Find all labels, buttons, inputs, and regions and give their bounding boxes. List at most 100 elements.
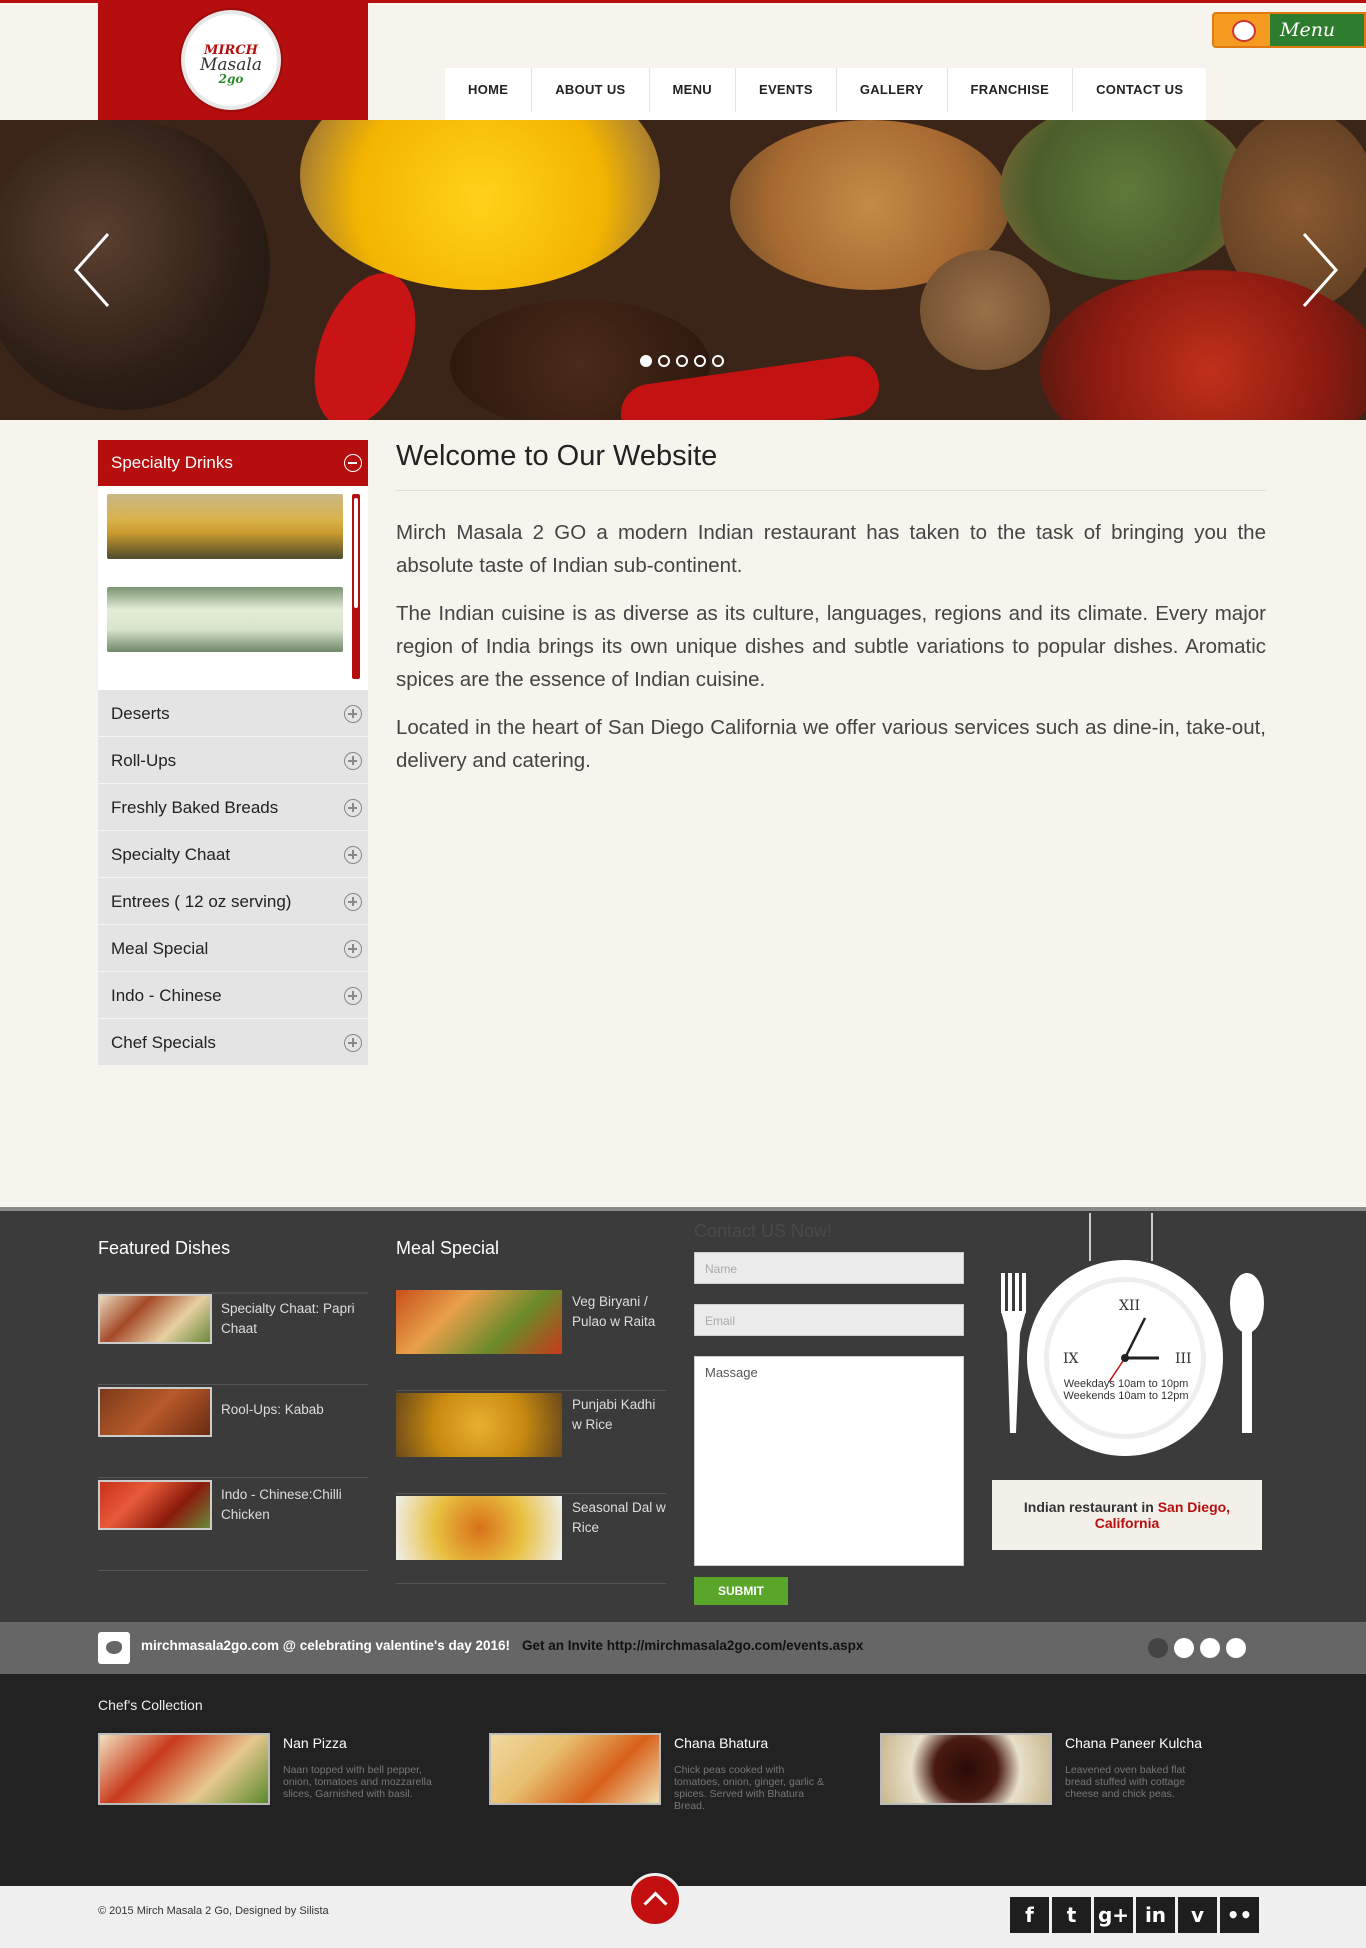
submit-button[interactable]: SUBMIT [694, 1577, 788, 1605]
dish-title[interactable]: Indo - Chinese:Chilli Chicken [221, 1485, 361, 1525]
tweet-dot[interactable] [1200, 1638, 1220, 1658]
facebook-icon[interactable]: f [1010, 1897, 1049, 1933]
nav-gallery[interactable]: GALLERY [837, 68, 948, 112]
svg-text:III: III [1175, 1351, 1192, 1367]
expand-icon[interactable] [344, 1034, 362, 1052]
slider-next-arrow[interactable] [1300, 230, 1340, 310]
sidebar-menu: Deserts Roll-Ups Freshly Baked Breads Sp… [98, 690, 368, 1066]
scroll-to-top-button[interactable] [628, 1873, 682, 1927]
nav-about-us[interactable]: ABOUT US [532, 68, 650, 112]
chef-dish-name[interactable]: Chana Paneer Kulcha [1065, 1735, 1202, 1751]
twitter-icon[interactable]: t [1052, 1897, 1091, 1933]
chef-hat-icon [1214, 14, 1270, 46]
chef-dish-desc: Chick peas cooked with tomatoes, onion, … [674, 1764, 825, 1812]
sidebar-item-indo-chinese[interactable]: Indo - Chinese [98, 972, 368, 1019]
social-links: f t g+ in v •• [1010, 1897, 1259, 1933]
dish-thumbnail[interactable] [98, 1387, 212, 1437]
copyright-text: © 2015 Mirch Masala 2 Go, Designed by Si… [98, 1905, 329, 1917]
chef-dish-name[interactable]: Chana Bhatura [674, 1735, 768, 1751]
dish-thumbnail[interactable] [396, 1496, 562, 1560]
chefs-collection-heading: Chef's Collection [98, 1697, 203, 1713]
menu-tab-button[interactable]: Menu [1212, 12, 1366, 48]
sidebar-item-label: Entrees ( 12 oz serving) [111, 892, 292, 911]
sidebar-item-breads[interactable]: Freshly Baked Breads [98, 784, 368, 831]
slider-dot[interactable] [694, 355, 706, 367]
message-textarea[interactable]: Massage [694, 1356, 964, 1566]
dish-title[interactable]: Specialty Chaat: Papri Chaat [221, 1299, 361, 1339]
expand-icon[interactable] [344, 940, 362, 958]
drink-thumbnail[interactable] [107, 494, 343, 559]
sidebar-item-deserts[interactable]: Deserts [98, 690, 368, 737]
flickr-icon[interactable]: •• [1220, 1897, 1259, 1933]
welcome-paragraph: The Indian cuisine is as diverse as its … [396, 602, 1266, 691]
nav-menu[interactable]: MENU [650, 68, 736, 112]
featured-dish-item[interactable]: Rool-Ups: Kabab [98, 1385, 368, 1478]
sidebar-item-meal-special[interactable]: Meal Special [98, 925, 368, 972]
drink-thumbnail[interactable] [107, 587, 343, 652]
featured-dish-item[interactable]: Specialty Chaat: Papri Chaat [98, 1292, 368, 1385]
hours-weekdays: Weekdays 10am to 10pm [1063, 1378, 1189, 1390]
tweet-dot[interactable] [1148, 1638, 1168, 1658]
menu-tab-label: Menu [1280, 19, 1336, 41]
expand-icon[interactable] [344, 752, 362, 770]
sidebar-item-roll-ups[interactable]: Roll-Ups [98, 737, 368, 784]
hero-slider-image [0, 120, 1366, 420]
dish-thumbnail[interactable] [98, 1294, 212, 1344]
meal-special-item[interactable]: Seasonal Dal w Rice [396, 1494, 666, 1584]
expand-icon[interactable] [344, 987, 362, 1005]
dish-thumbnail[interactable] [396, 1393, 562, 1457]
sidebar-item-label: Chef Specials [111, 1033, 216, 1052]
chef-dish-thumbnail[interactable] [98, 1733, 270, 1805]
slider-prev-arrow[interactable] [72, 230, 112, 310]
featured-dish-item[interactable]: Indo - Chinese:Chilli Chicken [98, 1478, 368, 1571]
sidebar-item-label: Freshly Baked Breads [111, 798, 279, 817]
welcome-paragraph: Located in the heart of San Diego Califo… [396, 716, 1266, 772]
nav-home[interactable]: HOME [445, 68, 533, 112]
logo[interactable]: MIRCH Masala 2go [181, 10, 281, 110]
dish-title[interactable]: Punjabi Kadhi w Rice [572, 1395, 666, 1435]
panel-scrollbar[interactable] [352, 494, 360, 679]
nav-events[interactable]: EVENTS [736, 68, 837, 112]
chef-dish-name[interactable]: Nan Pizza [283, 1735, 347, 1751]
name-input[interactable]: Name [694, 1252, 964, 1284]
twitter-bird-icon[interactable] [98, 1632, 130, 1664]
vimeo-icon[interactable]: v [1178, 1897, 1217, 1933]
expand-icon[interactable] [344, 705, 362, 723]
tweet-dot[interactable] [1174, 1638, 1194, 1658]
dish-title[interactable]: Veg Biryani / Pulao w Raita [572, 1292, 666, 1332]
slider-dot[interactable] [640, 355, 652, 367]
sidebar-item-chef-specials[interactable]: Chef Specials [98, 1019, 368, 1066]
sidebar-item-chaat[interactable]: Specialty Chaat [98, 831, 368, 878]
dish-thumbnail[interactable] [98, 1480, 212, 1530]
main-nav: HOME ABOUT US MENU EVENTS GALLERY FRANCH… [445, 68, 1207, 120]
expand-icon[interactable] [344, 846, 362, 864]
tweet-pagination [1148, 1638, 1246, 1658]
tweet-invite-link[interactable]: Get an Invite http://mirchmasala2go.com/… [522, 1638, 863, 1653]
dish-title[interactable]: Seasonal Dal w Rice [572, 1498, 666, 1538]
clock-hands-icon: XII III IX [1063, 1298, 1192, 1383]
dish-thumbnail[interactable] [396, 1290, 562, 1354]
sidebar-item-specialty-drinks[interactable]: Specialty Drinks [98, 440, 368, 486]
clock-face: XII III IX [1044, 1277, 1206, 1439]
collapse-icon[interactable] [344, 454, 362, 472]
dish-title[interactable]: Rool-Ups: Kabab [221, 1400, 361, 1420]
slider-dot[interactable] [712, 355, 724, 367]
linkedin-icon[interactable]: in [1136, 1897, 1175, 1933]
expand-icon[interactable] [344, 799, 362, 817]
email-input[interactable]: Email [694, 1304, 964, 1336]
expand-icon[interactable] [344, 893, 362, 911]
nav-contact-us[interactable]: CONTACT US [1073, 68, 1206, 112]
slider-dot[interactable] [676, 355, 688, 367]
google-plus-icon[interactable]: g+ [1094, 1897, 1133, 1933]
chef-dish-thumbnail[interactable] [880, 1733, 1052, 1805]
welcome-body: Mirch Masala 2 GO a modern Indian restau… [396, 516, 1266, 792]
contact-heading: Contact US Now! [694, 1221, 833, 1241]
meal-special-item[interactable]: Veg Biryani / Pulao w Raita [396, 1288, 666, 1391]
tweet-dot[interactable] [1226, 1638, 1246, 1658]
sidebar-item-label: Meal Special [111, 939, 209, 958]
nav-franchise[interactable]: FRANCHISE [948, 68, 1074, 112]
sidebar-item-entrees[interactable]: Entrees ( 12 oz serving) [98, 878, 368, 925]
slider-dot[interactable] [658, 355, 670, 367]
meal-special-item[interactable]: Punjabi Kadhi w Rice [396, 1391, 666, 1494]
chef-dish-thumbnail[interactable] [489, 1733, 661, 1805]
